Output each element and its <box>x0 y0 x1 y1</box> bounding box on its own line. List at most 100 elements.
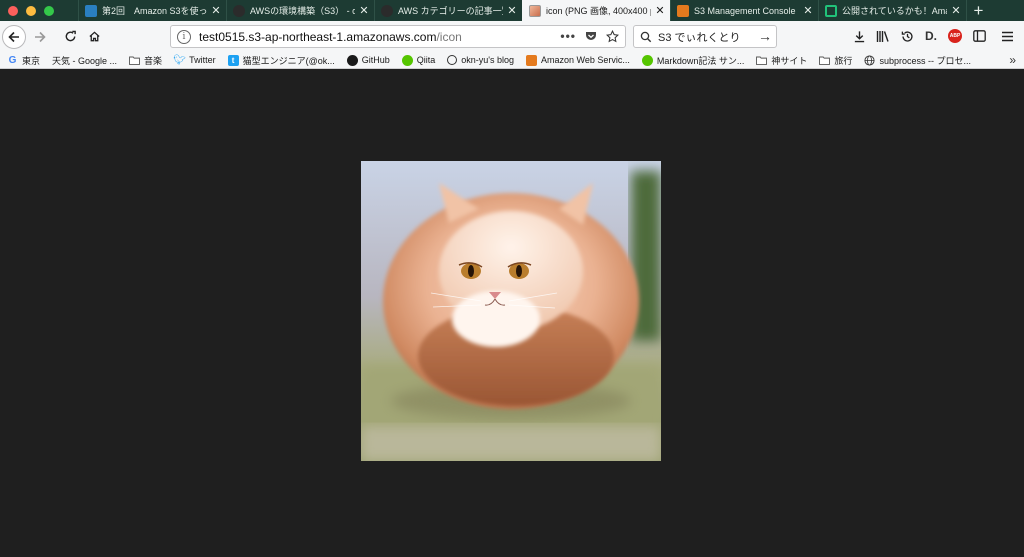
bookmark-twitter-profile[interactable]: t 猫型エンジニア(@ok... <box>227 54 335 67</box>
forward-button[interactable] <box>28 25 52 49</box>
tab-aws-env[interactable]: AWSの環境構築（S3） - ok ✕ <box>226 0 374 21</box>
download-icon <box>854 30 864 42</box>
tab-blog-s3[interactable]: 第2回 Amazon S3を使って ✕ <box>78 0 226 21</box>
downloads-button[interactable] <box>850 25 868 47</box>
sidebar-button[interactable] <box>970 25 988 47</box>
tab-title: icon (PNG 画像, 400x400 p <box>546 6 651 16</box>
page-actions-icon[interactable]: ••• <box>560 29 576 43</box>
bookmarks-overflow-chevron-icon[interactable]: » <box>1009 53 1016 67</box>
close-icon[interactable]: ✕ <box>802 4 814 17</box>
bookmark-folder-travel[interactable]: 旅行 <box>819 54 852 67</box>
qiita-icon <box>641 54 653 66</box>
tab-public[interactable]: 公開されているかも！Ama ✕ <box>818 0 966 21</box>
bookmark-subprocess[interactable]: subprocess -- プロセ... <box>864 54 971 67</box>
url-path: /icon <box>436 29 462 44</box>
image-viewer <box>0 70 1024 557</box>
hamburger-menu-icon <box>1001 31 1013 41</box>
search-icon <box>640 31 652 42</box>
displayed-image[interactable] <box>361 161 661 461</box>
bookmark-blog[interactable]: okn-yu's blog <box>447 55 514 65</box>
new-tab-button[interactable]: + <box>966 0 990 21</box>
tab-icon-png[interactable]: icon (PNG 画像, 400x400 p ✕ <box>522 0 670 21</box>
url-actions: ••• <box>560 29 619 43</box>
bookmark-label: 神サイト <box>771 55 808 66</box>
bookmark-markdown[interactable]: Markdown記法 サン... <box>641 54 744 67</box>
maximize-window-button[interactable] <box>44 5 54 16</box>
bookmark-twitter[interactable]: 🐦︎ Twitter <box>173 54 216 66</box>
blog-favicon-icon <box>85 4 97 17</box>
url-bar[interactable]: i test0515.s3-ap-northeast-1.amazonaws.c… <box>170 25 626 48</box>
back-button[interactable] <box>2 24 26 49</box>
github-favicon-icon <box>233 4 245 17</box>
search-text: S3 でぃれくとり <box>658 31 741 44</box>
google-icon: G <box>8 54 17 66</box>
bookmarks-toolbar: G 東京 天気 - Google ... 音楽 🐦︎ Twitter t 猫型エ… <box>0 52 1024 69</box>
bookmark-label: GitHub <box>361 55 390 65</box>
minimize-window-button[interactable] <box>26 5 36 16</box>
tab-title: S3 Management Console <box>694 5 796 16</box>
twitter-square-icon: t <box>227 54 239 66</box>
reload-icon <box>65 30 76 42</box>
pocket-icon[interactable] <box>585 30 597 42</box>
bookmark-label: 旅行 <box>834 55 853 66</box>
aws-icon <box>526 54 537 66</box>
bookmark-label: 猫型エンジニア(@ok... <box>242 55 335 66</box>
bookmark-label: Twitter <box>189 55 216 65</box>
close-icon[interactable]: ✕ <box>358 4 370 17</box>
bookmark-aws[interactable]: Amazon Web Servic... <box>526 54 630 66</box>
github-icon <box>346 54 358 66</box>
extension-d-button[interactable]: D. <box>922 25 940 47</box>
toolbar-right: D. ABP <box>850 25 1016 47</box>
forward-arrow-icon <box>35 31 46 42</box>
home-button[interactable] <box>82 25 106 49</box>
search-go-arrow-icon[interactable]: → <box>758 28 772 44</box>
bookmark-star-icon[interactable] <box>606 29 619 43</box>
page-favicon-icon <box>825 4 837 17</box>
bookmark-label: Amazon Web Servic... <box>541 55 630 65</box>
back-arrow-icon <box>8 31 19 42</box>
home-icon <box>88 31 100 42</box>
search-bar[interactable]: S3 でぃれくとり → <box>633 25 777 48</box>
fluffy-cat-image <box>361 161 661 461</box>
tab-title: 公開されているかも！Ama <box>842 6 947 16</box>
reload-button[interactable] <box>58 25 82 49</box>
bookmark-label: okn-yu's blog <box>461 55 514 65</box>
info-icon[interactable]: i <box>177 29 191 44</box>
window-controls <box>0 0 78 21</box>
close-icon[interactable]: ✕ <box>950 4 962 17</box>
close-icon[interactable]: ✕ <box>506 4 518 17</box>
folder-icon <box>129 56 140 65</box>
library-button[interactable] <box>874 25 892 47</box>
bookmark-qiita[interactable]: Qiita <box>401 54 436 66</box>
close-icon[interactable]: ✕ <box>210 4 222 17</box>
blog-icon <box>447 55 458 65</box>
bookmark-folder-kami[interactable]: 神サイト <box>756 54 807 67</box>
twitter-icon: 🐦︎ <box>173 54 186 66</box>
tab-aws-category[interactable]: AWS カテゴリーの記事一覧 ✕ <box>374 0 522 21</box>
history-icon <box>901 30 913 42</box>
qiita-icon <box>401 54 413 66</box>
close-icon[interactable]: ✕ <box>654 4 666 17</box>
url-host: test0515.s3-ap-northeast-1.amazonaws.com <box>199 29 437 44</box>
tab-title: 第2回 Amazon S3を使って <box>102 6 207 16</box>
adblock-button[interactable]: ABP <box>946 25 964 47</box>
navigation-toolbar: i test0515.s3-ap-northeast-1.amazonaws.c… <box>0 21 1024 52</box>
tab-s3-console[interactable]: S3 Management Console ✕ <box>670 0 818 21</box>
image-favicon-icon <box>529 4 541 17</box>
bookmark-label: subprocess -- プロセ... <box>879 55 971 66</box>
adblock-plus-icon: ABP <box>948 29 962 43</box>
bookmark-github[interactable]: GitHub <box>346 54 390 66</box>
bookmark-tokyo[interactable]: G 東京 <box>7 54 40 67</box>
bookmark-weather[interactable]: 天気 - Google ... <box>52 54 117 67</box>
history-button[interactable] <box>898 25 916 47</box>
aws-favicon-icon <box>677 4 689 17</box>
library-icon <box>876 30 889 42</box>
tab-title: AWS カテゴリーの記事一覧 <box>398 6 503 16</box>
menu-button[interactable] <box>998 25 1016 47</box>
bookmark-label: Qiita <box>416 55 436 65</box>
bookmark-folder-music[interactable]: 音楽 <box>129 54 162 67</box>
github-favicon-icon <box>381 4 393 17</box>
tab-title: AWSの環境構築（S3） - ok <box>250 6 355 16</box>
close-window-button[interactable] <box>8 5 18 16</box>
folder-icon <box>756 56 768 65</box>
